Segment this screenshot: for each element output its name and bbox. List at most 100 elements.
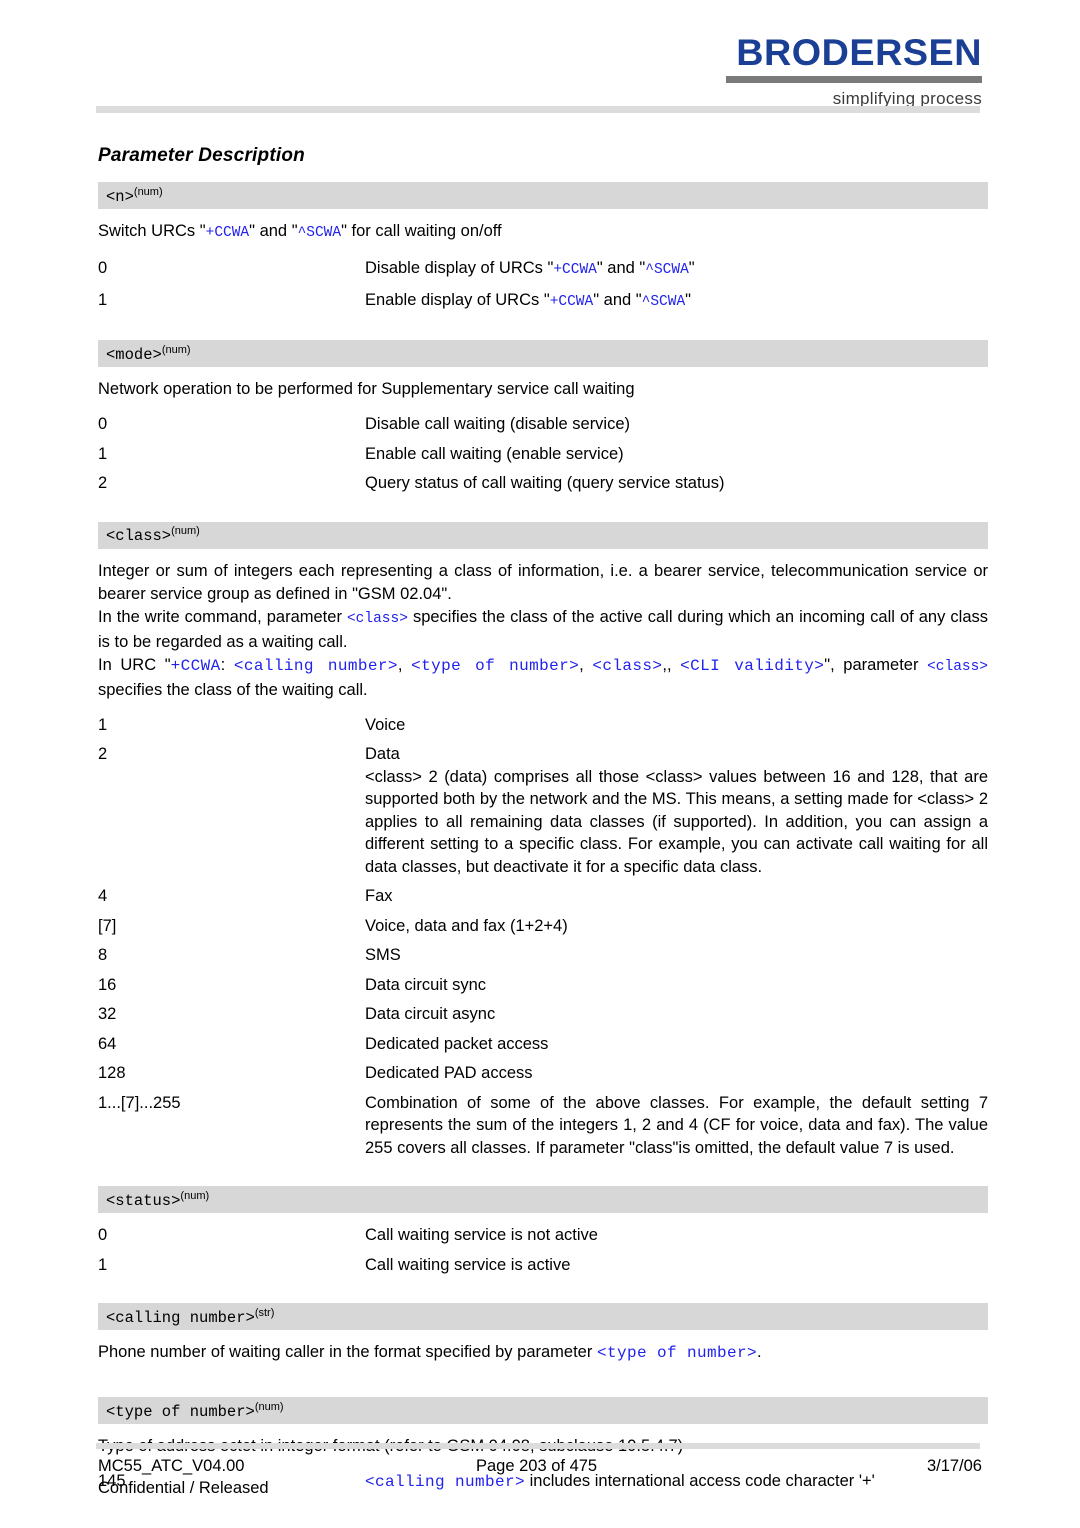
text-run: Data circuit async <box>365 1005 496 1023</box>
at-command-code: ^SCWA <box>645 262 689 278</box>
parameter-value: 32 <box>98 1005 117 1023</box>
parameter-header-class: <class>(num) <box>98 521 988 549</box>
parameter-value-description: Dedicated packet access <box>365 1033 988 1056</box>
at-command-code: ^SCWA <box>297 225 342 241</box>
at-command-code: ^SCWA <box>641 293 686 310</box>
footer-document-id: MC55_ATC_V04.00 <box>98 1457 245 1475</box>
footer-divider <box>96 1443 980 1449</box>
parameter-description-paragraph: In the write command, parameter <class> … <box>98 606 988 654</box>
parameter-name-text: <calling number> <box>106 1309 255 1327</box>
footer-page-number: Page 203 of 475 <box>476 1457 598 1475</box>
parameter-value: 0 <box>98 415 108 433</box>
parameter-value: 2 <box>98 474 108 492</box>
parameter-value-row: 16 Data circuit sync <box>98 974 988 997</box>
text-run: Voice, data and fax (1+2+4) <box>365 916 568 935</box>
parameter-type-superscript: (num) <box>133 185 163 198</box>
text-run: " and " <box>593 290 642 309</box>
at-command-code: +CCWA <box>205 225 250 241</box>
parameter-name: <class>(num) <box>106 525 200 545</box>
parameter-header-mode: <mode>(num) <box>98 340 988 367</box>
parameter-value-description: Dedicated PAD access <box>365 1062 988 1085</box>
parameter-value-description: Voice, data and fax (1+2+4) <box>365 915 988 938</box>
parameter-value-description: Data <class> 2 (data) comprises all those… <box>365 743 988 878</box>
text-run: " for call waiting on/off <box>341 222 502 240</box>
page-title: Parameter Description <box>98 145 305 166</box>
parameter-value: 0 <box>98 1226 108 1244</box>
parameter-value: 16 <box>98 975 117 994</box>
text-run: In URC " <box>98 655 171 674</box>
parameter-value-description: Enable display of URCs "+CCWA" and "^SCW… <box>365 289 988 314</box>
at-command-code: <type of number> <box>596 1344 757 1362</box>
parameter-name-text: <mode> <box>106 346 162 364</box>
parameter-description-paragraph: Integer or sum of integers each represen… <box>98 560 988 606</box>
parameter-value-row: 0 Call waiting service is not active <box>98 1224 988 1247</box>
parameter-header-status: <status>(num) <box>98 1186 988 1213</box>
text-run: Dedicated PAD access <box>365 1064 533 1082</box>
text-run: <class> 2 (data) comprises all those <cl… <box>365 767 988 876</box>
parameter-value: [7] <box>98 916 117 935</box>
parameter-value-row: 0 Disable display of URCs "+CCWA" and "^S… <box>98 257 988 282</box>
text-run: Call waiting service is not active <box>365 1226 598 1244</box>
parameter-value-description: Voice <box>365 714 988 737</box>
footer-date: 3/17/06 <box>926 1457 982 1475</box>
parameter-value-description: Enable call waiting (enable service) <box>365 443 988 466</box>
parameter-type-superscript: (num) <box>171 525 200 538</box>
parameter-value: 8 <box>98 946 108 964</box>
logo-divider-bar <box>726 76 982 83</box>
parameter-name-text: <status> <box>106 1192 181 1210</box>
text-run: Voice <box>365 715 406 734</box>
at-command-code: <class> <box>592 656 663 675</box>
at-command-code: +CCWA <box>553 262 597 278</box>
parameter-value: 128 <box>98 1064 126 1082</box>
text-run: Disable display of URCs " <box>365 259 554 277</box>
parameter-value-row: 1...[7]...255 Combination of some of the … <box>98 1092 988 1160</box>
parameter-name: <type of number>(num) <box>106 1401 284 1421</box>
at-command-code: +CCWA <box>170 656 221 675</box>
at-command-code: <class> <box>346 610 408 627</box>
text-run: Switch URCs " <box>98 222 206 240</box>
parameter-header-calling-number: <calling number>(str) <box>98 1303 988 1330</box>
header-divider <box>96 106 980 113</box>
text-run: ,, <box>662 655 681 674</box>
parameter-name-text: <class> <box>106 527 172 546</box>
at-command-code: <class> <box>927 658 989 675</box>
text-run: Query status of call waiting (query serv… <box>365 474 725 492</box>
parameter-value-row: 0 Disable call waiting (disable service) <box>98 413 988 436</box>
parameter-value: 64 <box>98 1034 117 1053</box>
parameter-name: <mode>(num) <box>106 344 191 364</box>
parameter-value-row: 1 Voice <box>98 714 988 737</box>
parameter-value-row: 1 Enable display of URCs "+CCWA" and "^SC… <box>98 289 988 314</box>
text-run: Integer or sum of integers each represen… <box>98 561 988 603</box>
footer-classification: Confidential / Released <box>98 1479 269 1497</box>
parameter-name: <calling number>(str) <box>106 1307 274 1327</box>
text-run: : <box>220 655 234 674</box>
parameter-value: 1 <box>98 1255 108 1274</box>
parameter-value: 1 <box>98 715 108 734</box>
parameter-value-row: 128 Dedicated PAD access <box>98 1062 988 1085</box>
parameter-description-text: Network operation to be performed for Su… <box>98 378 988 401</box>
parameter-header-type-of-number: <type of number>(num) <box>98 1397 988 1424</box>
parameter-value-description: Disable display of URCs "+CCWA" and "^SC… <box>365 257 988 282</box>
parameter-type-superscript: (str) <box>254 1306 275 1319</box>
parameter-value-row: 4 Fax <box>98 885 988 908</box>
text-run: , <box>397 655 412 674</box>
parameter-value: 2 <box>98 745 108 763</box>
text-run: specifies the class of the waiting call. <box>98 680 368 699</box>
parameter-value: 4 <box>98 887 108 905</box>
text-run: In the write command, parameter <box>98 607 347 626</box>
parameter-description-paragraph: In URC "+CCWA: <calling number>, <type o… <box>98 654 988 702</box>
text-run: , <box>579 655 593 674</box>
at-command-code: +CCWA <box>549 293 594 310</box>
parameter-name-text: <n> <box>106 188 134 206</box>
text-run: " <box>688 259 695 277</box>
parameter-name: <n>(num) <box>106 186 163 206</box>
parameter-value-description: Call waiting service is not active <box>365 1224 988 1247</box>
parameter-sections: <n>(num) Switch URCs "+CCWA" and "^SCWA" … <box>98 182 988 1521</box>
text-run: Disable call waiting (disable service) <box>365 415 631 433</box>
text-run: Data <box>365 745 400 763</box>
text-run: Call waiting service is active <box>365 1255 571 1274</box>
text-run: " and " <box>249 222 298 240</box>
